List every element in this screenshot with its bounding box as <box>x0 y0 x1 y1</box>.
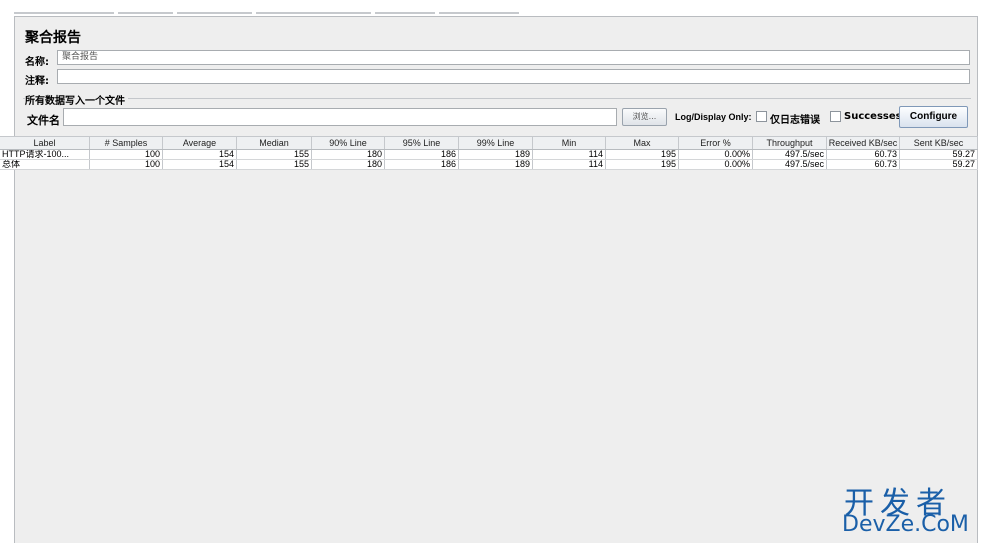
column-header-average[interactable]: Average <box>163 137 237 149</box>
write-to-file-group-title: 所有数据写入一个文件 <box>25 92 128 107</box>
table-cell: 100 <box>90 160 163 169</box>
column-header-max[interactable]: Max <box>606 137 679 149</box>
table-cell: 497.5/sec <box>753 150 827 159</box>
column-header-min[interactable]: Min <box>533 137 606 149</box>
page-title: 聚合报告 <box>25 30 81 46</box>
column-header-throughput[interactable]: Throughput <box>753 137 827 149</box>
devze-watermark: 开发者 DevZe.CoM <box>836 478 986 540</box>
errors-only-checkbox[interactable] <box>756 111 767 122</box>
comment-input[interactable] <box>57 69 970 84</box>
table-cell: 189 <box>459 150 533 159</box>
configure-button[interactable]: Configure <box>899 106 968 128</box>
table-cell: 180 <box>312 160 385 169</box>
table-cell: 180 <box>312 150 385 159</box>
top-tab-strip <box>0 0 1000 16</box>
table-cell: 154 <box>163 150 237 159</box>
filename-label: 文件名 <box>27 114 60 127</box>
column-header-sent[interactable]: Sent KB/sec <box>900 137 978 149</box>
watermark-en-text: DevZe.CoM <box>842 512 969 537</box>
table-cell: 59.27 <box>900 150 978 159</box>
column-header-samples[interactable]: # Samples <box>90 137 163 149</box>
tab-segment <box>177 12 252 14</box>
browse-button[interactable]: 浏览... <box>622 108 667 126</box>
log-display-only-label: Log/Display Only: <box>675 112 752 122</box>
comment-label: 注释: <box>25 76 49 87</box>
table-cell: 189 <box>459 160 533 169</box>
name-input[interactable]: 聚合报告 <box>57 50 970 65</box>
successes-label: Successes <box>844 111 902 122</box>
tab-segment <box>118 12 173 14</box>
column-header-received[interactable]: Received KB/sec <box>827 137 900 149</box>
table-cell: 0.00% <box>679 150 753 159</box>
column-header-99-line[interactable]: 99% Line <box>459 137 533 149</box>
filename-input[interactable] <box>63 108 617 126</box>
table-cell: 186 <box>385 160 459 169</box>
name-label: 名称: <box>25 57 49 68</box>
table-cell: 59.27 <box>900 160 978 169</box>
table-cell: 114 <box>533 150 606 159</box>
column-header-label[interactable]: Label <box>0 137 90 149</box>
tab-segment <box>375 12 435 14</box>
column-header-95-line[interactable]: 95% Line <box>385 137 459 149</box>
group-border <box>23 98 971 99</box>
tab-segment <box>439 12 519 14</box>
table-cell: 186 <box>385 150 459 159</box>
table-cell: 497.5/sec <box>753 160 827 169</box>
table-cell: 0.00% <box>679 160 753 169</box>
table-row[interactable]: HTTP请求-100... 100 154 155 180 186 189 11… <box>0 150 978 160</box>
table-cell: 195 <box>606 150 679 159</box>
errors-only-label: 仅日志错误 <box>770 115 820 126</box>
results-table: Label # Samples Average Median 90% Line … <box>0 136 978 170</box>
table-header: Label # Samples Average Median 90% Line … <box>0 136 978 150</box>
table-cell: 总体 <box>0 160 90 169</box>
table-cell: 60.73 <box>827 150 900 159</box>
table-cell: 60.73 <box>827 160 900 169</box>
table-cell: 155 <box>237 160 312 169</box>
table-cell: 195 <box>606 160 679 169</box>
table-row[interactable]: 总体 100 154 155 180 186 189 114 195 0.00%… <box>0 160 978 170</box>
table-cell: 154 <box>163 160 237 169</box>
tab-segment <box>14 12 114 14</box>
table-cell: 114 <box>533 160 606 169</box>
column-header-error[interactable]: Error % <box>679 137 753 149</box>
column-header-median[interactable]: Median <box>237 137 312 149</box>
table-cell: HTTP请求-100... <box>0 150 90 159</box>
table-cell: 155 <box>237 150 312 159</box>
successes-checkbox[interactable] <box>830 111 841 122</box>
tab-segment <box>256 12 371 14</box>
aggregate-report-panel: 聚合报告 名称: 聚合报告 注释: 所有数据写入一个文件 文件名 浏览... L… <box>14 16 978 543</box>
table-cell: 100 <box>90 150 163 159</box>
column-header-90-line[interactable]: 90% Line <box>312 137 385 149</box>
